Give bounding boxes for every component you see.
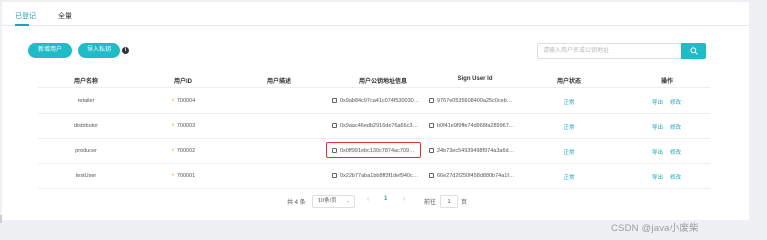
tab-registered[interactable]: 已登记	[15, 11, 36, 21]
pagination-total: 共 4 条	[287, 200, 306, 206]
user-id: ⚡ 700003	[171, 123, 196, 129]
page-suffix: 页	[461, 200, 468, 206]
status-badge: 正常	[563, 100, 575, 106]
column-header-name: 用户名称	[73, 79, 98, 85]
user-name: distributor	[73, 123, 99, 129]
edit-link[interactable]: 修改	[670, 173, 681, 181]
info-icon[interactable]: i	[122, 47, 129, 54]
edit-link[interactable]: 修改	[670, 98, 681, 106]
user-name: testUser	[75, 173, 97, 179]
search-icon	[690, 47, 698, 55]
export-link[interactable]: 导出	[652, 148, 663, 156]
status-badge: 正常	[563, 125, 575, 131]
copy-icon[interactable]	[429, 148, 434, 153]
key-icon: ⚡	[171, 148, 175, 154]
copy-icon[interactable]	[332, 173, 337, 178]
column-header-id: 用户ID	[173, 79, 192, 85]
scrollbar[interactable]	[0, 215, 2, 223]
column-header-desc: 用户描述	[266, 79, 291, 85]
table-header: 用户名称 用户ID 用户描述 用户公钥地址信息 Sign User Id 用户状…	[38, 72, 710, 88]
sign-id-cell: 9767e0535608400a25c0ceb…	[429, 98, 523, 104]
search-button[interactable]	[681, 43, 706, 59]
key-icon: ⚡	[171, 173, 175, 179]
user-id: ⚡ 700004	[171, 98, 196, 104]
column-header-address: 用户公钥地址信息	[358, 79, 407, 85]
tab-bar: 已登记 全量	[2, 2, 749, 26]
user-name: producer	[75, 148, 97, 154]
key-icon: ⚡	[171, 98, 175, 104]
copy-icon[interactable]	[429, 98, 434, 103]
current-page[interactable]: 1	[384, 196, 387, 202]
address-cell: 0x22b77aba1bb8ff3f1def940c…	[332, 173, 424, 179]
user-id: ⚡ 700002	[171, 148, 196, 154]
column-header-sign-id: Sign User Id	[457, 76, 493, 82]
sign-id-cell: 66e27d2f250f458d880b74a1f…	[429, 173, 523, 179]
chevron-down-icon: ⌄	[345, 198, 350, 204]
add-user-button[interactable]: 新增用户	[28, 43, 72, 58]
user-id: ⚡ 700001	[171, 173, 196, 179]
copy-icon[interactable]	[429, 173, 434, 178]
copy-icon[interactable]	[332, 123, 337, 128]
table-row: retailer ⚡ 700004 0x9ab84c97ca41c074f5300…	[38, 89, 710, 114]
edit-link[interactable]: 修改	[670, 123, 681, 131]
active-tab-indicator	[15, 24, 29, 26]
column-header-status: 用户状态	[556, 79, 581, 85]
key-icon: ⚡	[171, 123, 175, 129]
prev-page-icon[interactable]: ‹	[367, 196, 369, 203]
column-header-actions: 操作	[660, 79, 673, 85]
goto-label: 前往	[424, 200, 437, 206]
status-badge: 正常	[563, 150, 575, 156]
sign-id-cell: b0f41e9f9ffe74d968fa289967…	[429, 123, 523, 129]
sign-id-cell: 24b73ec54939498f974a3a6d…	[429, 148, 523, 154]
highlight-box	[326, 142, 421, 158]
user-name: retailer	[77, 98, 95, 104]
export-link[interactable]: 导出	[652, 98, 663, 106]
copy-icon[interactable]	[332, 98, 337, 103]
export-link[interactable]: 导出	[652, 123, 663, 131]
watermark: CSDN @java小废柴	[611, 223, 699, 234]
goto-page-input[interactable]	[440, 195, 458, 208]
address-cell: 0x9ab84c97ca41c074f530030…	[332, 98, 424, 104]
import-key-button[interactable]: 导入私钥	[78, 43, 120, 58]
next-page-icon[interactable]: ›	[403, 196, 405, 203]
table-row: distributor ⚡ 700003 0x9aac46edb2916de76a…	[38, 114, 710, 139]
table-row: testUser ⚡ 700001 0x22b77aba1bb8ff3f1def9…	[38, 164, 710, 189]
address-cell: 0x9aac46edb2916de76a66c3…	[332, 123, 424, 129]
search-input[interactable]	[537, 43, 681, 59]
edit-link[interactable]: 修改	[670, 148, 681, 156]
tab-all[interactable]: 全量	[58, 11, 72, 21]
export-link[interactable]: 导出	[652, 173, 663, 181]
copy-icon[interactable]	[429, 123, 434, 128]
status-badge: 正常	[563, 175, 575, 181]
page-size-select[interactable]: 10条/页 ⌄	[312, 195, 355, 208]
